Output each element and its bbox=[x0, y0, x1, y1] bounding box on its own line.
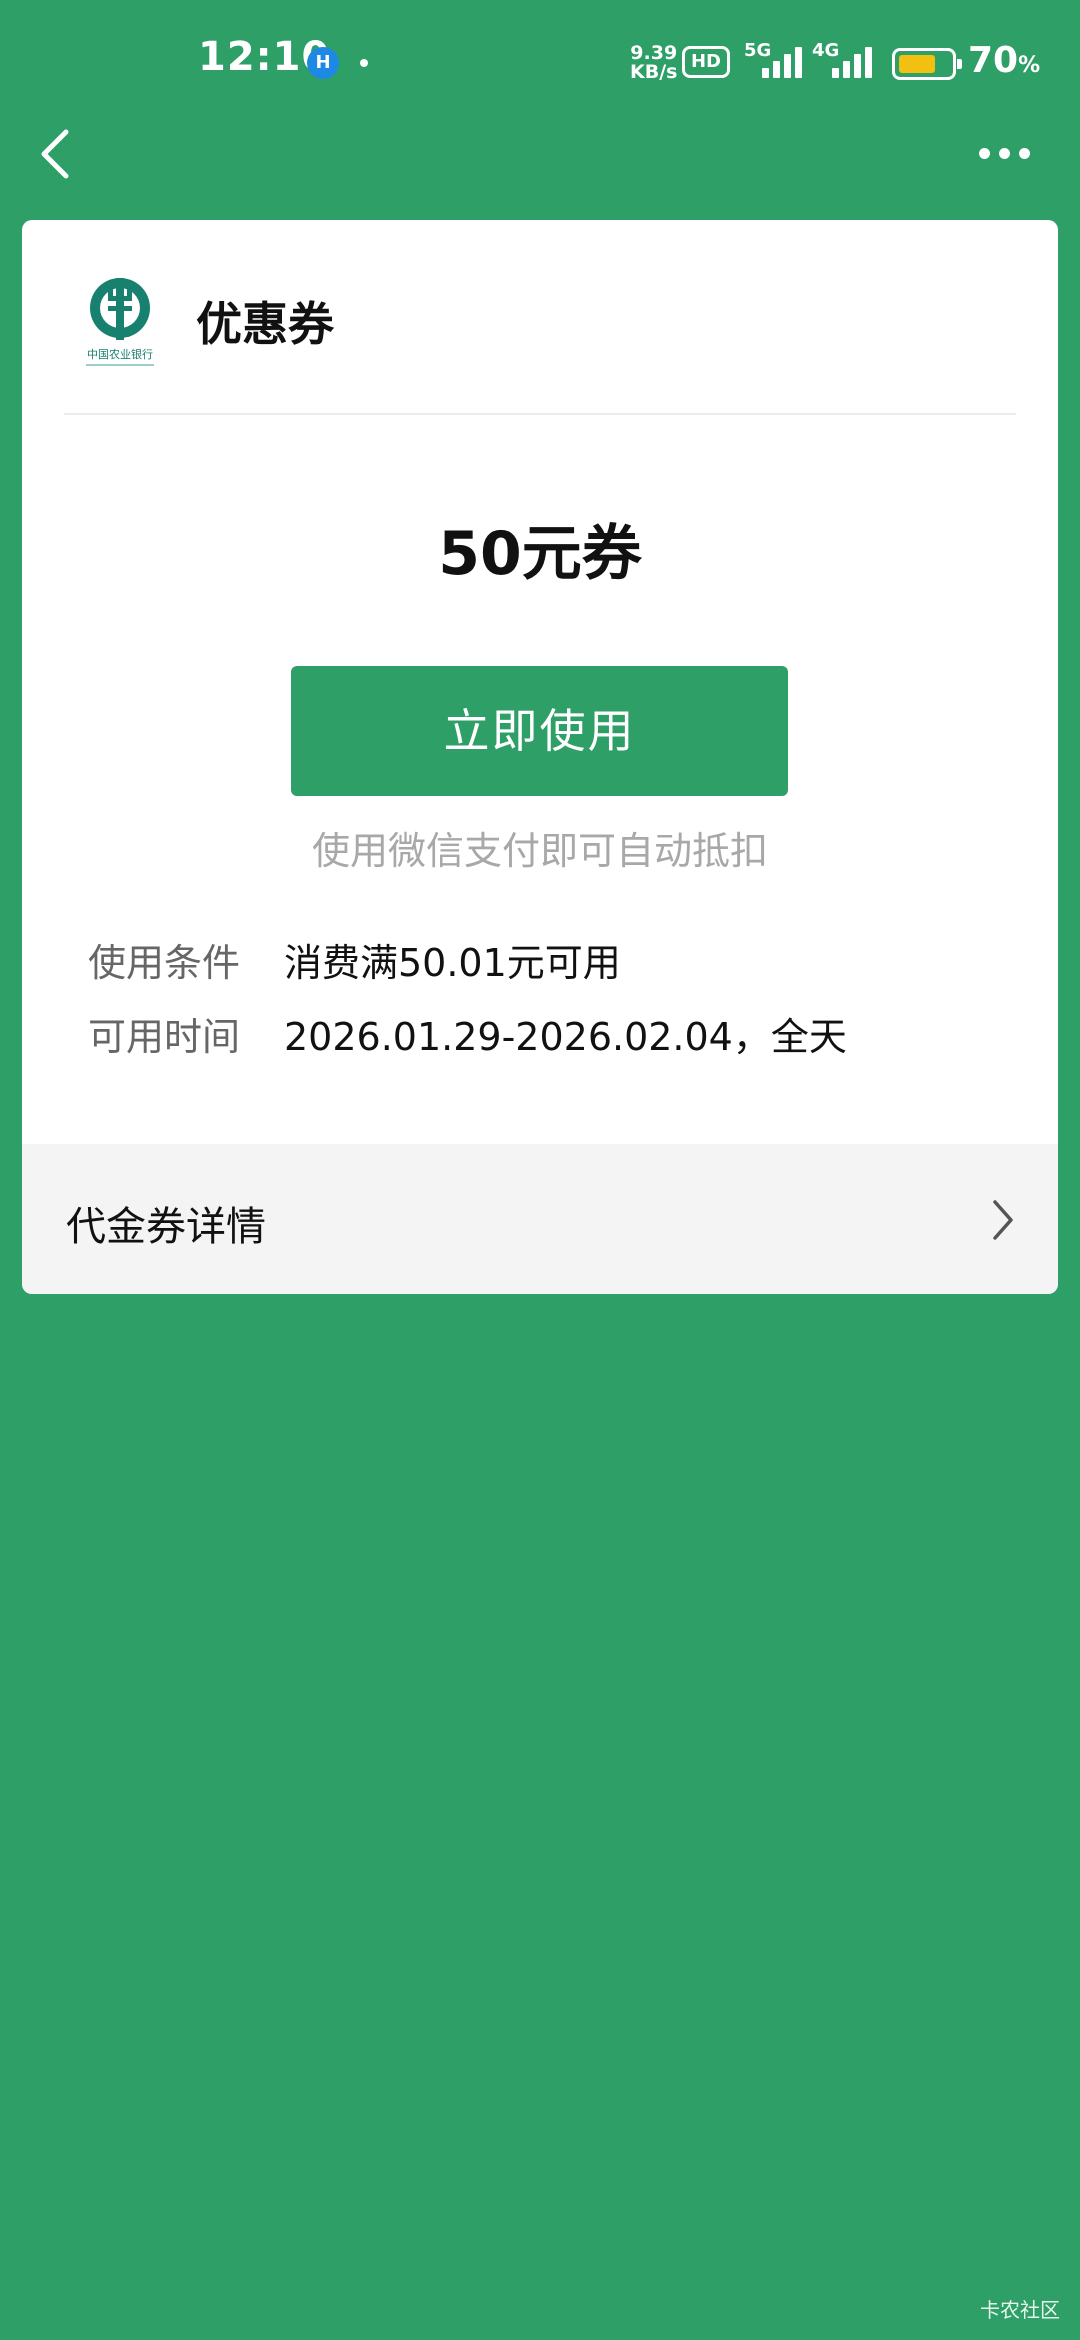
watermark: 卡农社区 bbox=[980, 2298, 1060, 2322]
coupon-card: 中国农业银行 优惠券 50元券 立即使用 使用微信支付即可自动抵扣 使用条件 消… bbox=[22, 220, 1058, 1294]
hd-voice-icon: HD bbox=[682, 46, 730, 78]
chevron-left-icon bbox=[41, 129, 69, 179]
conditions-value: 消费满50.01元可用 bbox=[284, 941, 621, 985]
back-button[interactable] bbox=[30, 124, 80, 184]
bank-logo: 中国农业银行 bbox=[78, 272, 162, 372]
card-title: 优惠券 bbox=[196, 297, 334, 351]
network-speed: 9.39 KB/s bbox=[630, 44, 677, 82]
chevron-right-icon bbox=[993, 1200, 1013, 1240]
signal-4g-icon bbox=[830, 44, 880, 78]
validity-label: 可用时间 bbox=[88, 1015, 241, 1059]
agricultural-bank-logo: 中国农业银行 bbox=[86, 278, 154, 366]
network-speed-unit: KB/s bbox=[630, 61, 678, 83]
page: 12:10 H 9.39 KB/s HD 5G 4G 70% 中国农业银行 优惠… bbox=[0, 0, 1080, 2340]
battery-icon bbox=[892, 48, 962, 80]
coupon-details-label: 代金券详情 bbox=[66, 1204, 266, 1250]
use-now-button[interactable]: 立即使用 bbox=[291, 666, 788, 796]
divider bbox=[64, 413, 1016, 415]
svg-text:中国农业银行: 中国农业银行 bbox=[87, 347, 153, 361]
notification-dot-icon bbox=[360, 59, 368, 67]
payment-hint: 使用微信支付即可自动抵扣 bbox=[311, 829, 768, 873]
signal-5g-icon bbox=[760, 44, 810, 78]
conditions-label: 使用条件 bbox=[88, 941, 241, 985]
app-notification-icon: H bbox=[307, 47, 339, 79]
coupon-amount: 50元券 bbox=[438, 519, 642, 589]
battery-percent: 70% bbox=[968, 40, 1041, 81]
card-header: 中国农业银行 优惠券 bbox=[22, 220, 1058, 415]
battery-fill bbox=[899, 55, 936, 73]
coupon-details-row[interactable]: 代金券详情 bbox=[22, 1144, 1058, 1294]
more-options-button[interactable] bbox=[975, 148, 1035, 162]
validity-value: 2026.01.29-2026.02.04，全天 bbox=[284, 1015, 847, 1059]
more-dots-icon bbox=[979, 148, 990, 159]
status-bar: 12:10 H 9.39 KB/s HD 5G 4G 70% bbox=[0, 0, 1080, 120]
